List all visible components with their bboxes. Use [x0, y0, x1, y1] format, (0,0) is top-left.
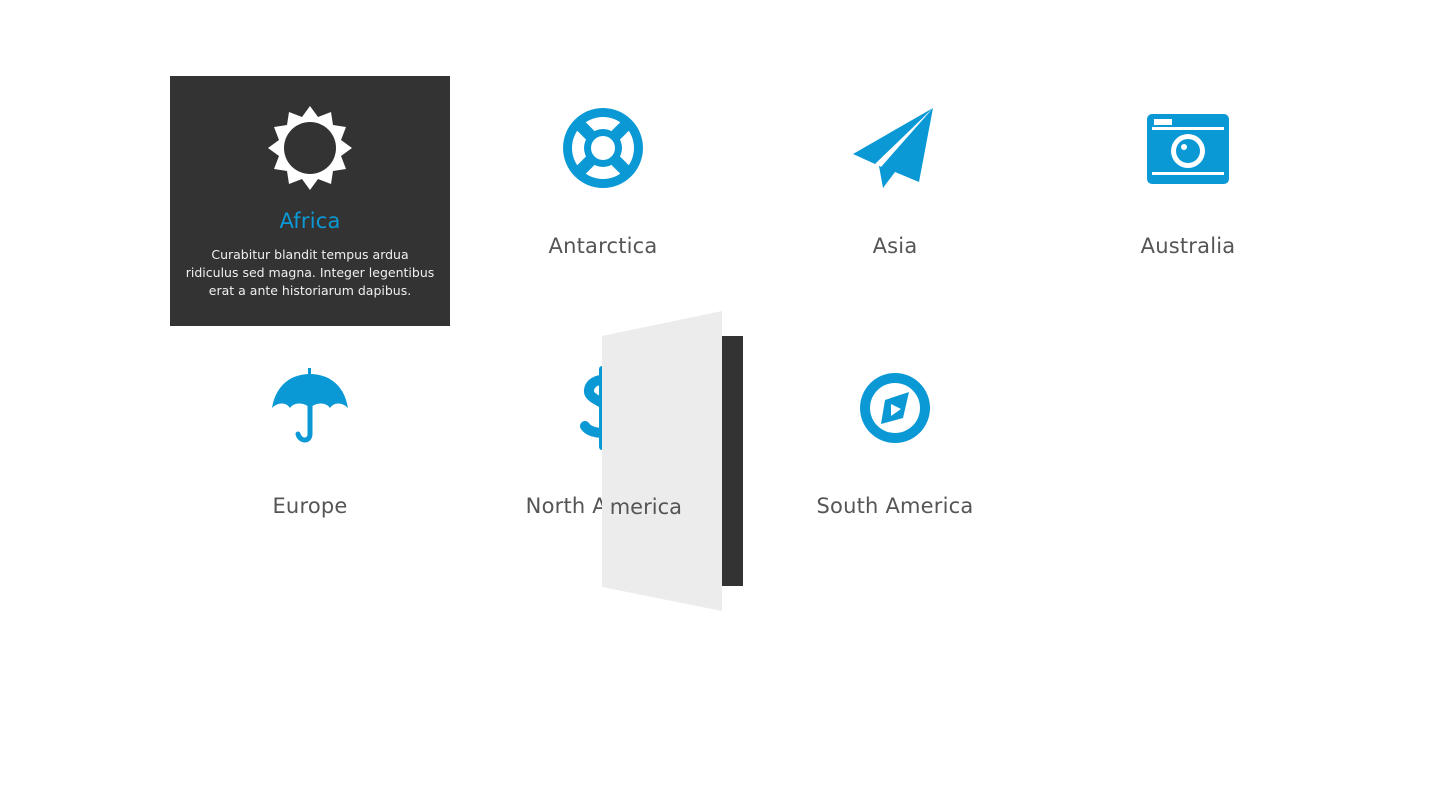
dollar-icon — [561, 366, 645, 450]
tile-label: Asia — [872, 234, 918, 258]
tile-description: Curabitur blandit tempus ardua ridiculus… — [185, 247, 435, 298]
umbrella-icon — [268, 366, 352, 450]
tile-australia[interactable]: Australia — [1048, 76, 1328, 326]
tile-north-america[interactable]: North America — [463, 336, 743, 586]
tile-label: Australia — [1140, 234, 1236, 258]
tile-south-america[interactable]: South America — [755, 336, 1035, 586]
sun-icon — [268, 106, 352, 190]
tile-asia[interactable]: Asia — [755, 76, 1035, 326]
paper-plane-icon — [853, 106, 937, 190]
tile-label: Europe — [272, 494, 348, 518]
tile-antarctica[interactable]: Antarctica — [463, 76, 743, 326]
camera-icon — [1146, 106, 1230, 190]
tile-europe[interactable]: Europe — [170, 336, 450, 586]
tile-label: Africa — [279, 209, 341, 233]
tile-label: North America — [525, 494, 681, 518]
lifebuoy-icon — [561, 106, 645, 190]
continent-grid: Africa Curabitur blandit tempus ardua ri… — [170, 76, 1330, 596]
tile-label: South America — [816, 494, 974, 518]
tile-africa[interactable]: Africa Curabitur blandit tempus ardua ri… — [170, 76, 450, 326]
compass-icon — [853, 366, 937, 450]
tile-label: Antarctica — [548, 234, 658, 258]
